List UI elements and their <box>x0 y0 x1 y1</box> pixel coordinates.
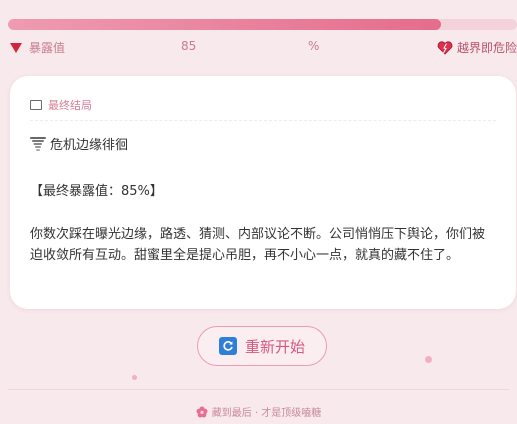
book-icon <box>30 100 42 110</box>
ending-card: 最终结局 危机边缘徘徊 【最终暴露值：85%】 你数次踩在曝光边缘，路透、猜测、… <box>10 76 516 309</box>
meter-value: 85 <box>181 39 197 53</box>
exposure-progress-fill <box>8 19 441 30</box>
meter-unit: % <box>308 39 320 53</box>
meter-danger-label-group: 越界即危险 <box>437 39 517 56</box>
footer: 藏到最后 · 才是顶级嗑糖 <box>0 404 517 419</box>
card-header-label: 最终结局 <box>48 99 92 112</box>
footer-divider <box>8 389 509 390</box>
exposure-meter-labels: 暴露值 85 % 越界即危险 <box>8 38 517 56</box>
petal-decoration <box>132 375 137 380</box>
ending-title-text: 危机边缘徘徊 <box>50 138 129 153</box>
refresh-icon <box>218 337 237 355</box>
card-header: 最终结局 <box>30 97 92 113</box>
final-exposure-score: 【最终暴露值：85%】 <box>30 184 163 199</box>
exposure-progress-bar <box>8 19 517 30</box>
heart-icon <box>437 40 453 55</box>
flower-icon <box>196 406 208 417</box>
restart-button[interactable]: 重新开始 <box>197 326 327 366</box>
meter-safe-label-group: 暴露值 <box>10 39 65 56</box>
tornado-icon <box>30 136 46 151</box>
ending-description: 你数次踩在曝光边缘，路透、猜测、内部议论不断。公司悄悄压下舆论，你们被迫收敛所有… <box>30 227 486 263</box>
petal-decoration <box>425 356 432 363</box>
ending-title: 危机边缘徘徊 <box>30 134 128 153</box>
meter-safe-label: 暴露值 <box>29 41 66 55</box>
meter-danger-label: 越界即危险 <box>456 41 517 55</box>
restart-button-label: 重新开始 <box>244 337 305 356</box>
card-divider <box>30 120 496 121</box>
footer-text: 藏到最后 · 才是顶级嗑糖 <box>211 408 322 419</box>
red-triangle-icon <box>10 42 22 53</box>
